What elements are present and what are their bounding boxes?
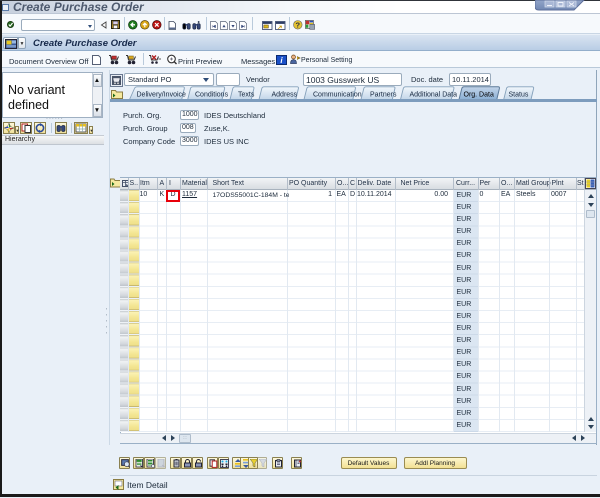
svg-text:Address: Address (272, 92, 298, 99)
svg-text:Org. Data: Org. Data (464, 92, 494, 99)
svg-text:Communication: Communication (313, 92, 362, 99)
svg-text:?: ? (296, 21, 301, 30)
svg-text:Additional Data: Additional Data (410, 92, 458, 99)
svg-text:Conditions: Conditions (195, 92, 229, 99)
svg-text:Partners: Partners (370, 92, 397, 99)
svg-text:Delivery/Invoice: Delivery/Invoice (137, 92, 187, 99)
svg-text:Texts: Texts (238, 92, 255, 99)
svg-text:Status: Status (509, 92, 529, 99)
